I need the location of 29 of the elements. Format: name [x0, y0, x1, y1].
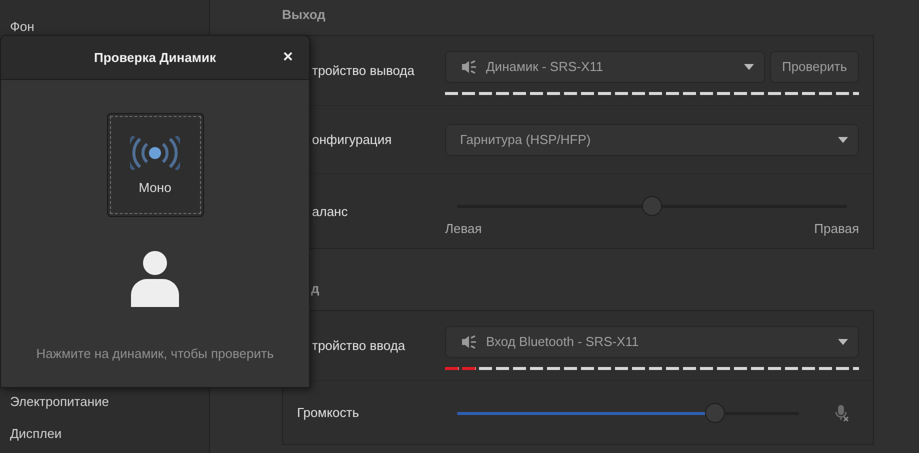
left-label: Левая: [445, 220, 482, 236]
sidebar-item[interactable]: Дисплеи: [0, 425, 209, 443]
device-dropdown[interactable]: Динамик - SRS-X11: [445, 50, 765, 82]
row-label: аланс: [311, 204, 349, 218]
dropdown-arrow-icon: [838, 136, 848, 142]
speaker-icon: [460, 334, 478, 350]
row-label: Громкость: [296, 405, 360, 420]
hint-text: Нажмите на динамик, чтобы проверить: [36, 346, 274, 361]
speaker-test-button[interactable]: Моно: [106, 113, 204, 217]
dropdown-arrow-icon: [744, 64, 754, 70]
row-label: тройство ввода: [311, 338, 406, 353]
speaker-waves-icon: [130, 136, 180, 170]
slider-thumb[interactable]: [642, 196, 662, 216]
section-heading: Выход: [282, 6, 326, 24]
person-icon: [131, 251, 179, 307]
configuration-dropdown[interactable]: Гарнитура (HSP/HFP): [445, 124, 859, 156]
dropdown-arrow-icon: [838, 338, 848, 344]
section-heading: д: [310, 280, 320, 298]
row-label: тройство вывода: [311, 63, 416, 78]
speaker-icon: [460, 58, 478, 74]
right-label: Правая: [814, 220, 859, 236]
row-label: онфигурация: [311, 132, 393, 147]
dialog-title: Проверка Динамик: [94, 50, 216, 65]
close-button[interactable]: ×: [279, 48, 297, 66]
sidebar-item[interactable]: Фон: [0, 18, 209, 36]
sidebar-item[interactable]: Электропитание: [0, 393, 209, 411]
device-dropdown[interactable]: Вход Bluetooth - SRS-X11: [445, 326, 859, 358]
slider-thumb[interactable]: [704, 402, 725, 422]
test-button[interactable]: Проверить: [770, 50, 859, 82]
